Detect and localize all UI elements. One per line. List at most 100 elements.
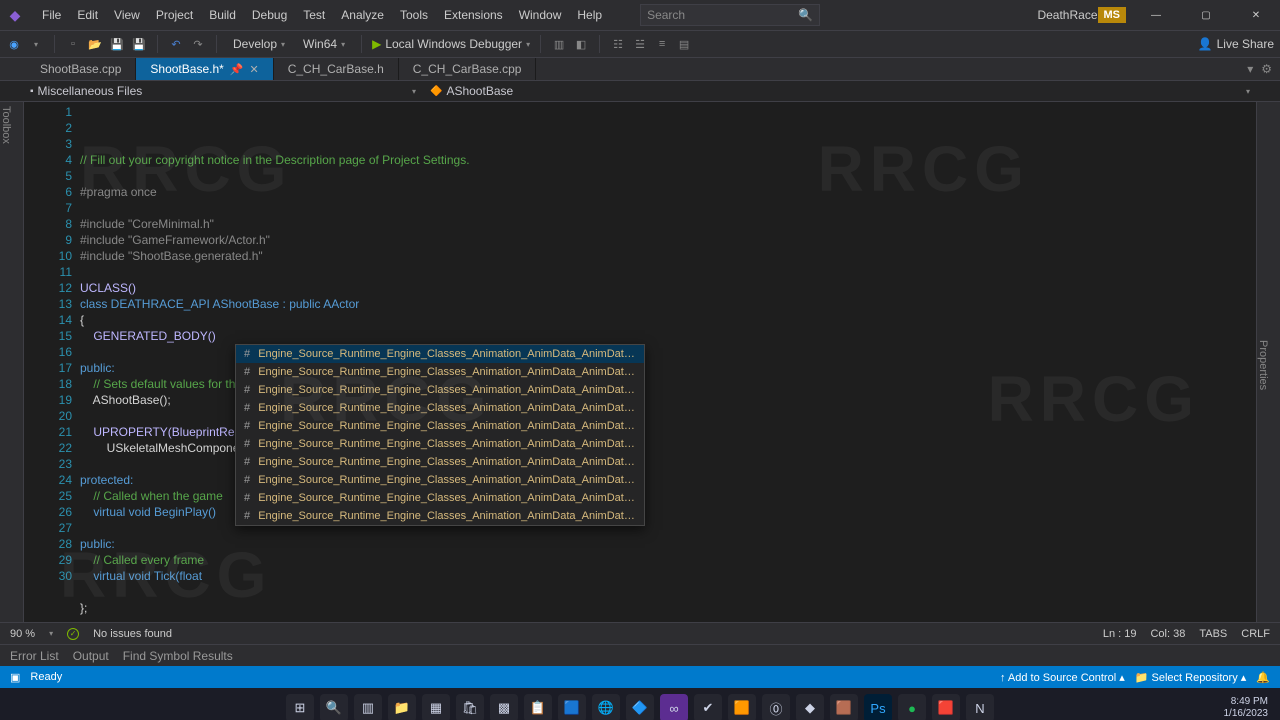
live-share-button[interactable]: 👤 Live Share <box>1198 37 1274 51</box>
epic-icon[interactable]: ◆ <box>796 694 824 720</box>
bell-icon[interactable]: 🔔 <box>1256 671 1270 684</box>
back-chevron-icon[interactable]: ▾ <box>28 36 44 52</box>
spotify-icon[interactable]: ● <box>898 694 926 720</box>
undo-icon[interactable]: ↶ <box>168 36 184 52</box>
code-line[interactable] <box>80 200 1280 216</box>
code-line[interactable]: UCLASS() <box>80 280 1280 296</box>
app-icon[interactable]: 📋 <box>524 694 552 720</box>
tab-settings-icon[interactable]: ⚙ <box>1261 62 1272 76</box>
menu-debug[interactable]: Debug <box>244 4 295 26</box>
toolbar-icon-3[interactable]: ☷ <box>610 36 626 52</box>
menu-window[interactable]: Window <box>511 4 570 26</box>
code-line[interactable] <box>80 264 1280 280</box>
app-icon[interactable]: N <box>966 694 994 720</box>
code-line[interactable]: // Called every frame <box>80 552 1280 568</box>
code-line[interactable] <box>80 168 1280 184</box>
toolbar-icon-6[interactable]: ▤ <box>676 36 692 52</box>
tab-overflow-icon[interactable]: ▾ <box>1247 62 1253 76</box>
code-line[interactable]: { <box>80 312 1280 328</box>
intellisense-popup[interactable]: #Engine_Source_Runtime_Engine_Classes_An… <box>235 344 645 526</box>
store-icon[interactable]: 🛍 <box>456 694 484 720</box>
explorer-icon[interactable]: 📁 <box>388 694 416 720</box>
save-all-icon[interactable]: 💾 <box>131 36 147 52</box>
toolbar-icon-5[interactable]: ≡ <box>654 36 670 52</box>
new-file-icon[interactable]: ▫ <box>65 36 81 52</box>
vs-icon[interactable]: ∞ <box>660 694 688 720</box>
collapse-gutter[interactable] <box>24 102 40 622</box>
system-clock[interactable]: 8:49 PM 1/16/2023 <box>1224 696 1269 720</box>
app-icon[interactable]: ✔ <box>694 694 722 720</box>
app-icon[interactable]: 🔷 <box>626 694 654 720</box>
menu-file[interactable]: File <box>34 4 69 26</box>
add-source-control[interactable]: ↑ Add to Source Control ▴ <box>1000 671 1125 684</box>
intellisense-item[interactable]: #Engine_Source_Runtime_Engine_Classes_An… <box>236 345 644 363</box>
start-button[interactable]: ⊞ <box>286 694 314 720</box>
select-repo[interactable]: 📁 Select Repository ▴ <box>1135 671 1247 684</box>
toolbar-icon-1[interactable]: ▥ <box>551 36 567 52</box>
properties-tab[interactable]: Properties <box>1257 340 1269 390</box>
tab-shootbase-h[interactable]: ShootBase.h*📌✕ <box>136 58 273 80</box>
redo-icon[interactable]: ↷ <box>190 36 206 52</box>
back-icon[interactable]: ◉ <box>6 36 22 52</box>
intellisense-item[interactable]: #Engine_Source_Runtime_Engine_Classes_An… <box>236 453 644 471</box>
menu-project[interactable]: Project <box>148 4 201 26</box>
config-dropdown[interactable]: Develop▾ <box>227 37 291 51</box>
class-scope-dropdown[interactable]: 🔶AShootBase▾ <box>426 84 1280 98</box>
tab-shootbase-cpp[interactable]: ShootBase.cpp <box>26 58 136 80</box>
menu-view[interactable]: View <box>106 4 148 26</box>
app-icon[interactable]: 🟧 <box>728 694 756 720</box>
code-line[interactable]: class DEATHRACE_API AShootBase : public … <box>80 296 1280 312</box>
code-line[interactable]: virtual void Tick(float <box>80 568 1280 584</box>
menu-test[interactable]: Test <box>295 4 333 26</box>
task-view-icon[interactable]: ▥ <box>354 694 382 720</box>
close-button[interactable]: ✕ <box>1236 0 1276 30</box>
save-icon[interactable]: 💾 <box>109 36 125 52</box>
menu-help[interactable]: Help <box>569 4 610 26</box>
search-taskbar-icon[interactable]: 🔍 <box>320 694 348 720</box>
intellisense-item[interactable]: #Engine_Source_Runtime_Engine_Classes_An… <box>236 381 644 399</box>
code-line[interactable] <box>80 616 1280 632</box>
tab-cch-carbase-cpp[interactable]: C_CH_CarBase.cpp <box>399 58 537 80</box>
intellisense-item[interactable]: #Engine_Source_Runtime_Engine_Classes_An… <box>236 507 644 525</box>
menu-build[interactable]: Build <box>201 4 244 26</box>
intellisense-item[interactable]: #Engine_Source_Runtime_Engine_Classes_An… <box>236 417 644 435</box>
menu-extensions[interactable]: Extensions <box>436 4 511 26</box>
code-line[interactable] <box>80 584 1280 600</box>
code-line[interactable]: GENERATED_BODY() <box>80 328 1280 344</box>
code-line[interactable]: }; <box>80 600 1280 616</box>
intellisense-item[interactable]: #Engine_Source_Runtime_Engine_Classes_An… <box>236 435 644 453</box>
menu-analyze[interactable]: Analyze <box>333 4 392 26</box>
project-scope-dropdown[interactable]: ▪Miscellaneous Files▾ <box>26 84 426 98</box>
code-line[interactable]: #include "CoreMinimal.h" <box>80 216 1280 232</box>
toolbar-icon-4[interactable]: ☱ <box>632 36 648 52</box>
app-icon[interactable]: 🟥 <box>932 694 960 720</box>
chrome-icon[interactable]: 🌐 <box>592 694 620 720</box>
menu-edit[interactable]: Edit <box>69 4 106 26</box>
run-debugger-button[interactable]: ▶ Local Windows Debugger ▾ <box>372 37 530 51</box>
unreal-icon[interactable]: ⓪ <box>762 694 790 720</box>
code-line[interactable]: #include "GameFramework/Actor.h" <box>80 232 1280 248</box>
platform-dropdown[interactable]: Win64▾ <box>297 37 351 51</box>
intellisense-item[interactable]: #Engine_Source_Runtime_Engine_Classes_An… <box>236 471 644 489</box>
app-icon[interactable]: ▦ <box>422 694 450 720</box>
code-line[interactable]: // Fill out your copyright notice in the… <box>80 152 1280 168</box>
app-icon[interactable]: ▩ <box>490 694 518 720</box>
tab-cch-carbase-h[interactable]: C_CH_CarBase.h <box>274 58 399 80</box>
intellisense-item[interactable]: #Engine_Source_Runtime_Engine_Classes_An… <box>236 489 644 507</box>
error-list-tab[interactable]: Error List <box>10 649 59 663</box>
code-content[interactable]: // Fill out your copyright notice in the… <box>80 102 1280 622</box>
minimize-button[interactable]: — <box>1136 0 1176 30</box>
maximize-button[interactable]: ▢ <box>1186 0 1226 30</box>
toolbox-panel-tab[interactable]: Toolbox <box>0 102 24 622</box>
search-box[interactable]: Search 🔍 <box>640 4 820 26</box>
ps-icon[interactable]: Ps <box>864 694 892 720</box>
user-badge[interactable]: MS <box>1098 7 1127 23</box>
pin-icon[interactable]: 📌 <box>230 63 244 76</box>
code-line[interactable]: public: <box>80 536 1280 552</box>
menu-tools[interactable]: Tools <box>392 4 436 26</box>
code-line[interactable]: #include "ShootBase.generated.h" <box>80 248 1280 264</box>
open-icon[interactable]: 📂 <box>87 36 103 52</box>
zoom-level[interactable]: 90 % <box>10 628 35 640</box>
toolbar-icon-2[interactable]: ◧ <box>573 36 589 52</box>
intellisense-item[interactable]: #Engine_Source_Runtime_Engine_Classes_An… <box>236 399 644 417</box>
